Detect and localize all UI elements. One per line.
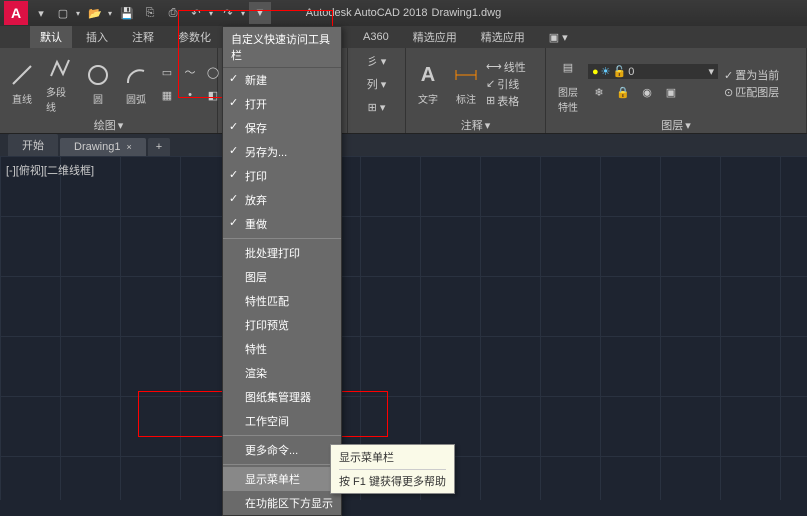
menu-new[interactable]: 新建 [223, 68, 341, 92]
tooltip-title: 显示菜单栏 [339, 449, 446, 465]
new-tab-button[interactable]: + [148, 138, 170, 156]
qat-redo-icon[interactable]: ↷ [217, 2, 239, 24]
tooltip-help: 按 F1 键获得更多帮助 [339, 469, 446, 489]
menu-properties[interactable]: 特性 [223, 337, 341, 361]
qat-customize-drop[interactable]: ▼ [249, 2, 271, 24]
tab-insert[interactable]: 插入 [76, 26, 118, 48]
viewport-controls[interactable]: [-][俯视][二维线框] [6, 162, 94, 178]
panel-modify2: 彡 ▾ 列 ▾ ⊞ ▾ [348, 48, 406, 133]
arc-button[interactable]: 圆弧 [118, 59, 154, 108]
qat-new-icon[interactable]: ▢ [52, 2, 74, 24]
doc-name: Drawing1.dwg [432, 7, 502, 19]
dimension-button[interactable]: 标注 [448, 59, 484, 108]
tooltip: 显示菜单栏 按 F1 键获得更多帮助 [330, 444, 455, 494]
expand-icon[interactable]: ▾ [118, 119, 124, 132]
layer-combo[interactable]: ●☀🔓0▾ [588, 64, 718, 79]
menu-separator [223, 464, 341, 465]
expand-icon[interactable]: ▾ [485, 119, 491, 132]
qat-print-icon[interactable]: ⎙ [162, 2, 184, 24]
menu-saveas[interactable]: 另存为... [223, 140, 341, 164]
menu-showmenubar[interactable]: 显示菜单栏 [223, 467, 341, 491]
qat-undo-icon[interactable]: ↶ [185, 2, 207, 24]
drop-icon[interactable]: ▾ [238, 2, 248, 24]
title-text: Autodesk AutoCAD 2018 Drawing1.dwg [306, 7, 501, 19]
menu-separator [223, 238, 341, 239]
tab-expand-icon[interactable]: ▣ ▾ [539, 26, 578, 48]
menu-sheetset[interactable]: 图纸集管理器 [223, 385, 341, 409]
qat-save-icon[interactable]: 💾 [116, 2, 138, 24]
app-name: Autodesk AutoCAD 2018 [306, 7, 428, 19]
hatch-icon[interactable]: ▦ [156, 84, 178, 106]
app-logo[interactable]: A [4, 1, 28, 25]
menu-batchplot[interactable]: 批处理打印 [223, 241, 341, 265]
menu-more[interactable]: 更多命令... [223, 438, 341, 462]
point-icon[interactable]: • [179, 84, 201, 106]
tab-default[interactable]: 默认 [30, 26, 72, 48]
tab-parametric[interactable]: 参数化 [168, 26, 221, 48]
set-current-button[interactable]: ✓置为当前 [724, 67, 779, 83]
spline-icon[interactable]: 〜 [179, 61, 201, 83]
panel-title-draw: 绘图 [94, 117, 116, 133]
doc-tab-start[interactable]: 开始 [8, 134, 58, 156]
layer-props-button[interactable]: ▤图层 特性 [550, 52, 586, 116]
panel-title-annot: 注释 [461, 117, 483, 133]
panel-draw: 直线 多段线 圆 圆弧 ▭〜◯ ▦•◧ 绘图 ▾ [0, 48, 218, 133]
line-button[interactable]: 直线 [4, 59, 40, 108]
drop-icon[interactable]: ▾ [73, 2, 83, 24]
menu-save[interactable]: 保存 [223, 116, 341, 140]
layer-off-icon[interactable]: ◉ [636, 81, 658, 103]
menu-layer[interactable]: 图层 [223, 265, 341, 289]
panel-annotation: A文字 标注 ⟷线性 ↙引线 ⊞表格 注释 ▾ [406, 48, 546, 133]
close-icon[interactable]: × [126, 142, 131, 152]
menu-plotpreview[interactable]: 打印预览 [223, 313, 341, 337]
qat-customize-menu: 自定义快速访问工具栏 新建 打开 保存 另存为... 打印 放弃 重做 批处理打… [222, 26, 342, 516]
layer-lock-icon[interactable]: 🔒 [612, 81, 634, 103]
document-tabs: 开始 Drawing1× + [0, 134, 807, 156]
tab-featured[interactable]: 精选应用 [471, 26, 535, 48]
app-menu-drop[interactable]: ▾ [30, 2, 52, 24]
ribbon: 直线 多段线 圆 圆弧 ▭〜◯ ▦•◧ 绘图 ▾ ✥⟲✂ ⿻▟⌒ ⇲⤢▦ 改 ▾… [0, 48, 807, 134]
leader-button[interactable]: ↙引线 [486, 76, 526, 92]
drop-icon[interactable]: ▾ [105, 2, 115, 24]
drop-icon[interactable]: ▾ [206, 2, 216, 24]
menu-undo[interactable]: 放弃 [223, 188, 341, 212]
table-button[interactable]: ⊞表格 [486, 93, 526, 109]
quick-access-toolbar: ▢▾ 📂▾ 💾 ⎘ ⎙ ↶▾ ↷▾ ▼ [52, 2, 271, 24]
panel-title-layer: 图层 [661, 117, 683, 133]
explode-icon[interactable]: ⊞ ▾ [357, 96, 397, 118]
qat-saveas-icon[interactable]: ⎘ [139, 2, 161, 24]
tab-annotate[interactable]: 注释 [122, 26, 164, 48]
menu-print[interactable]: 打印 [223, 164, 341, 188]
match-layer-button[interactable]: ⊙匹配图层 [724, 84, 779, 100]
rect-icon[interactable]: ▭ [156, 61, 178, 83]
text-button[interactable]: A文字 [410, 59, 446, 108]
menu-redo[interactable]: 重做 [223, 212, 341, 236]
ribbon-tabbar: 默认 插入 注释 参数化 A360 精选应用 精选应用 ▣ ▾ [0, 26, 807, 48]
menu-separator [223, 435, 341, 436]
panel-layer: ▤图层 特性 ●☀🔓0▾ ❄🔒◉▣ ✓置为当前 ⊙匹配图层 图层 ▾ [546, 48, 807, 133]
qat-open-icon[interactable]: 📂 [84, 2, 106, 24]
doc-tab-drawing1[interactable]: Drawing1× [60, 138, 146, 156]
menu-workspace[interactable]: 工作空间 [223, 409, 341, 433]
menu-matchprops[interactable]: 特性匹配 [223, 289, 341, 313]
circle-button[interactable]: 圆 [80, 59, 116, 108]
extend-icon[interactable]: 列 ▾ [357, 73, 397, 95]
menu-title: 自定义快速访问工具栏 [223, 27, 341, 68]
offset-icon[interactable]: 彡 ▾ [357, 50, 397, 72]
polyline-button[interactable]: 多段线 [42, 52, 78, 116]
tab-addins[interactable]: A360 [353, 26, 399, 48]
menu-open[interactable]: 打开 [223, 92, 341, 116]
linear-button[interactable]: ⟷线性 [486, 59, 526, 75]
layer-freeze-icon[interactable]: ❄ [588, 81, 610, 103]
menu-render[interactable]: 渲染 [223, 361, 341, 385]
layer-iso-icon[interactable]: ▣ [660, 81, 682, 103]
tab-a360[interactable]: 精选应用 [403, 26, 467, 48]
menu-showbelow[interactable]: 在功能区下方显示 [223, 491, 341, 515]
expand-icon[interactable]: ▾ [685, 119, 691, 132]
